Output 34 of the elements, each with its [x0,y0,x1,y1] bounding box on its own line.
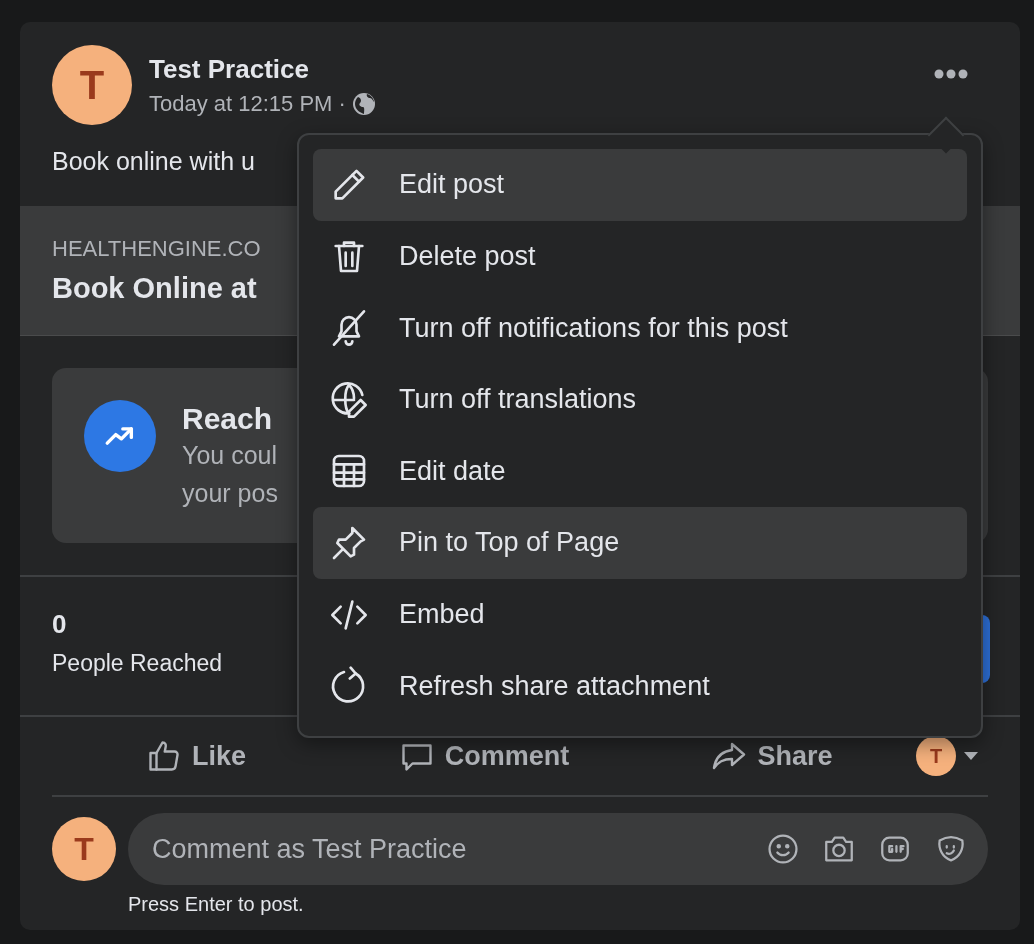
separator-dot: · [338,90,346,117]
menu-item[interactable]: Turn off translations [313,363,967,436]
more-options-icon[interactable] [934,69,968,79]
menu-item[interactable]: Refresh share attachment [313,650,967,722]
comment-button[interactable]: Comment [340,737,628,775]
globe-icon [351,91,376,116]
insight-text: your pos [182,479,278,507]
post-time[interactable]: Today at 12:15 PM [149,90,333,117]
actor-selector[interactable]: T [916,736,988,776]
insight-title: Reach [182,402,273,435]
menu-item[interactable]: Edit post [313,149,967,221]
menu-item[interactable]: Pin to Top of Page [313,507,967,579]
emoji-icon [766,832,800,866]
menu-item[interactable]: Edit date [313,435,967,508]
insight-text: You coul [182,441,277,469]
share-button[interactable]: Share [628,737,916,775]
author-name[interactable]: Test Practice [149,53,376,85]
comment-hint: Press Enter to post. [128,893,304,915]
commenter-avatar: T [52,817,116,881]
actor-avatar: T [916,736,956,776]
menu-item[interactable]: Embed [313,578,967,651]
reach-label: People Reached [52,650,223,676]
comment-field[interactable]: Comment as Test Practice [128,813,988,885]
post-text: Book online with u [52,147,255,175]
author-avatar: T [52,45,132,125]
globe-pencil-icon [329,379,369,420]
link-title: Book Online at [52,272,257,304]
reach-count: 0 [52,609,67,639]
caret-icon [964,752,978,760]
menu-item[interactable]: Delete post [313,220,967,293]
menu-item[interactable]: Turn off notifications for this post [313,292,967,364]
link-domain: HEALTHENGINE.CO [52,236,261,261]
like-button[interactable]: Like [52,737,340,775]
thumbs-up-icon [146,738,182,774]
